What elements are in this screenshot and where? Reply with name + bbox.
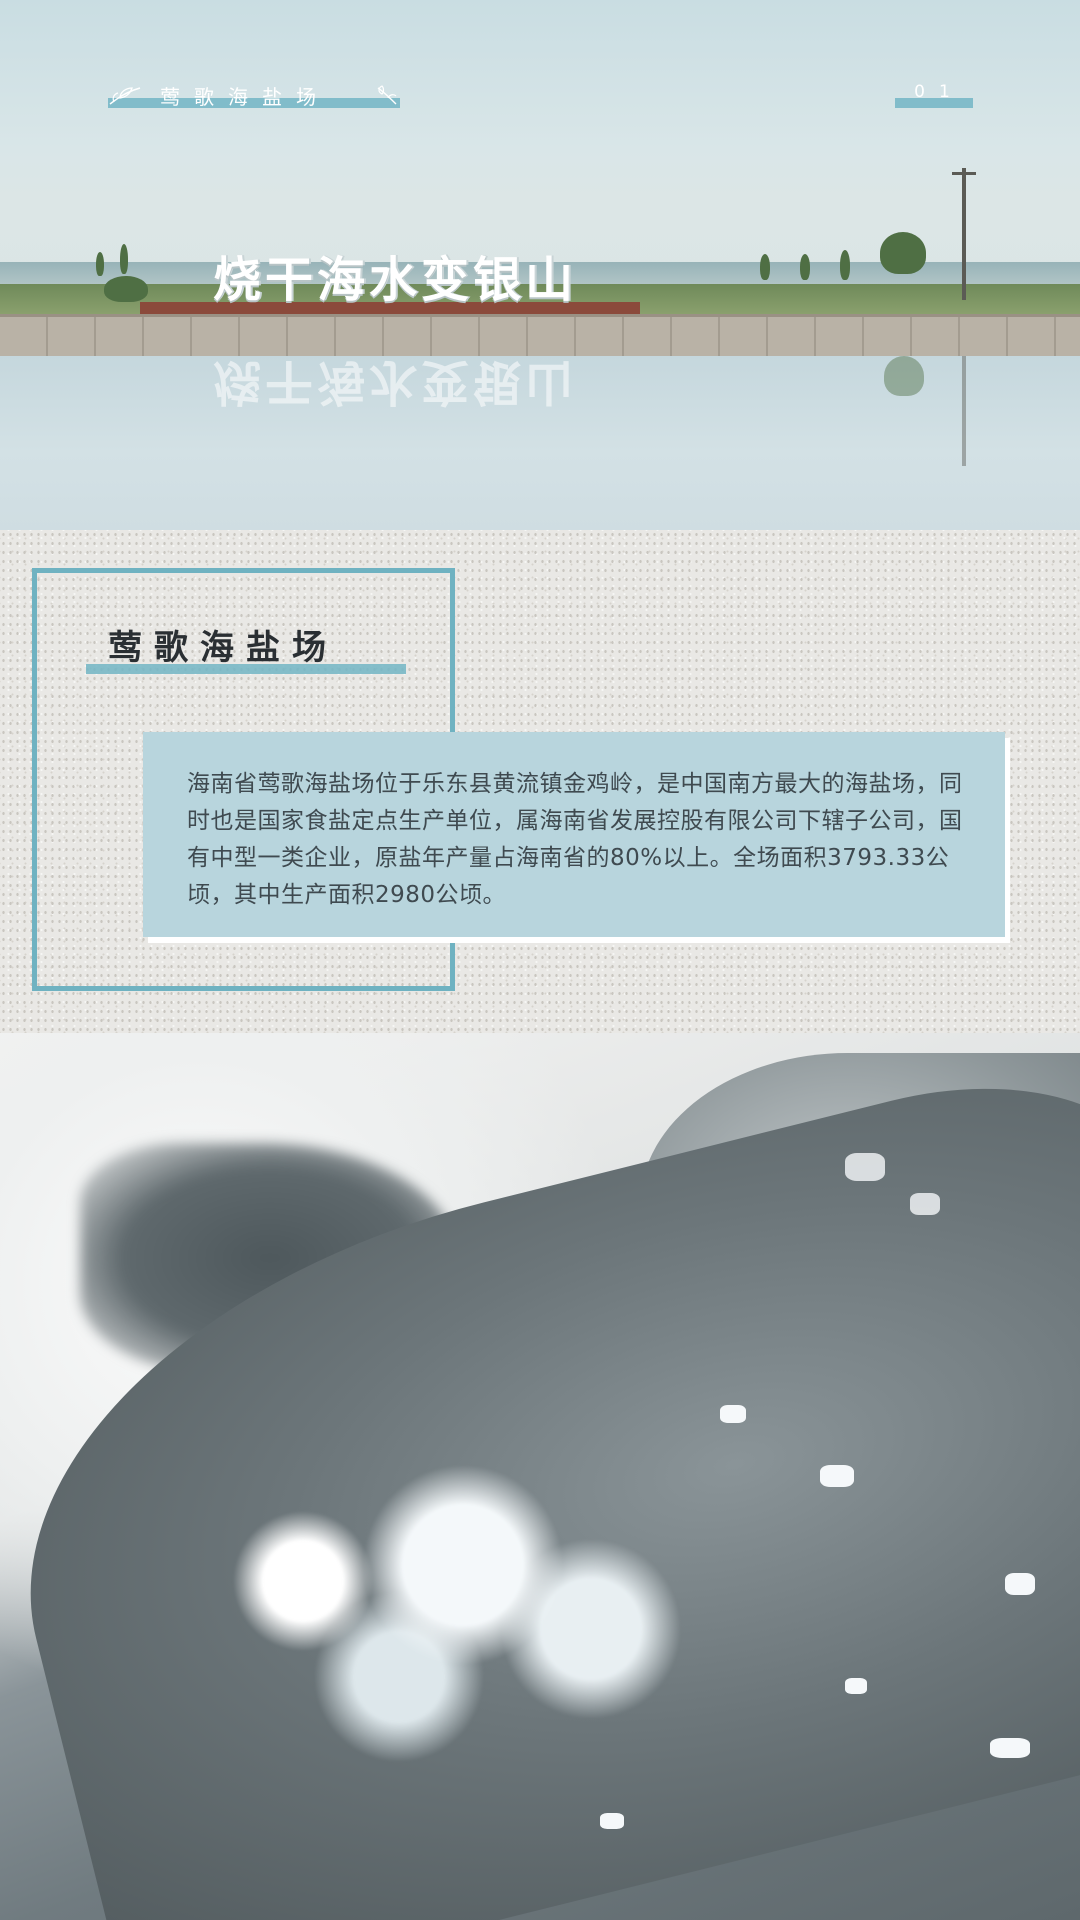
tree-reflection — [884, 356, 924, 396]
salt-crystals — [175, 1453, 815, 1773]
utility-pole — [962, 168, 966, 300]
intro-title: 莺歌海盐场 — [108, 628, 338, 668]
page-number-text: 01 — [914, 82, 964, 102]
salt-grain — [910, 1193, 940, 1215]
hero-photo: 烧干海水变银山 烧干海水变银山 莺歌海盐场 01 — [0, 0, 1080, 530]
tree — [760, 254, 770, 280]
page-number: 01 — [895, 82, 973, 108]
intro-card: 海南省莺歌海盐场位于乐东县黄流镇金鸡岭，是中国南方最大的海盐场，同时也是国家食盐… — [143, 732, 1005, 937]
tree — [96, 252, 104, 276]
section-tab-title: 莺歌海盐场 — [160, 84, 330, 109]
tree — [104, 276, 148, 302]
salt-grain — [600, 1813, 624, 1829]
salt-photo — [0, 1033, 1080, 1920]
salt-grain — [990, 1738, 1030, 1758]
section-tab: 莺歌海盐场 — [108, 82, 400, 109]
sign-text: 烧干海水变银山 — [212, 252, 577, 308]
tree — [120, 244, 128, 274]
intro-heading: 莺歌海盐场 — [86, 628, 406, 674]
intro-section: 莺歌海盐场 海南省莺歌海盐场位于乐东县黄流镇金鸡岭，是中国南方最大的海盐场，同时… — [0, 530, 1080, 1033]
tree — [880, 232, 926, 274]
intro-paragraph: 海南省莺歌海盐场位于乐东县黄流镇金鸡岭，是中国南方最大的海盐场，同时也是国家食盐… — [187, 771, 963, 908]
salt-grain — [820, 1465, 854, 1487]
salt-grain — [845, 1678, 867, 1694]
salt-grain — [845, 1153, 885, 1181]
tree — [840, 250, 850, 280]
utility-pole-reflection — [962, 356, 966, 466]
leaf-branch-icon — [377, 85, 397, 105]
salt-grain — [1005, 1573, 1035, 1595]
salt-grain — [720, 1405, 746, 1423]
utility-pole-crossbar — [952, 172, 976, 175]
tree — [800, 254, 810, 280]
sign-reflection: 烧干海水变银山 — [212, 354, 577, 410]
